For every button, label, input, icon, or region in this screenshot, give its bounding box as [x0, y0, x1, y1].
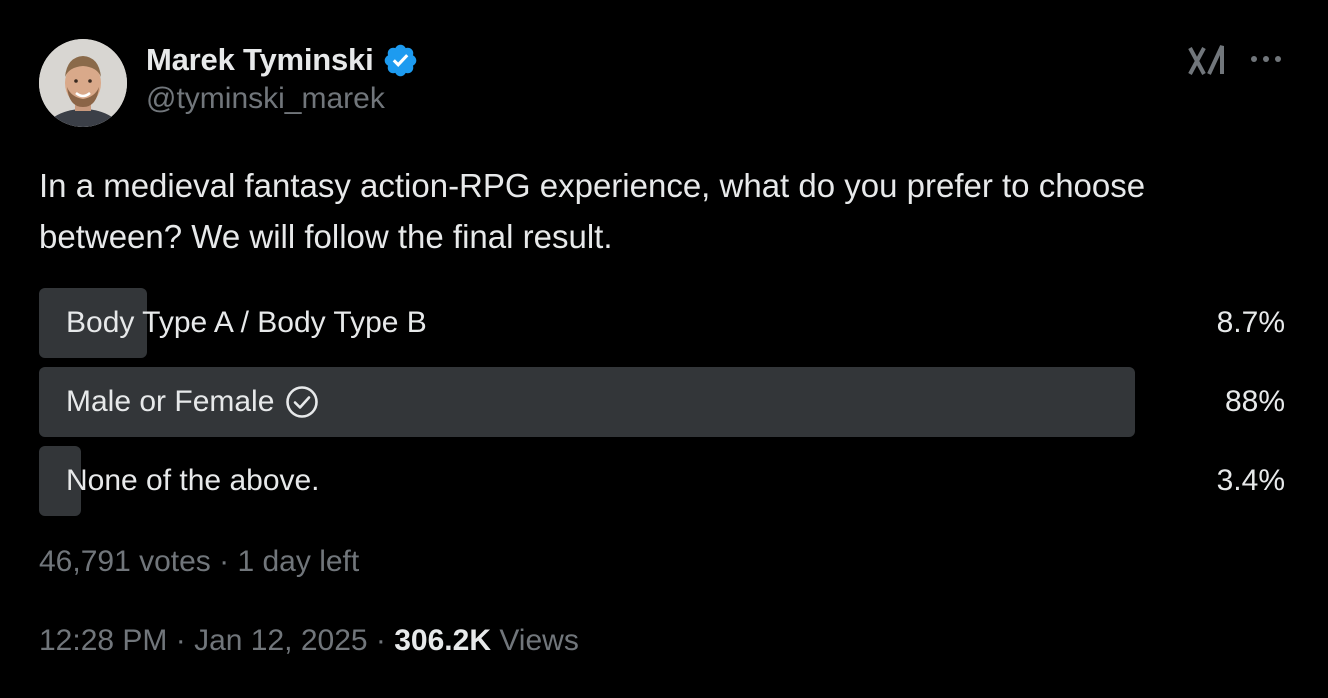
poll-option-percent: 3.4%	[1216, 464, 1285, 497]
grok-icon[interactable]	[1186, 40, 1226, 80]
separator: ·	[367, 624, 395, 657]
poll-option-text: Body Type A / Body Type B	[66, 306, 427, 339]
poll-option-label: None of the above.	[66, 446, 320, 516]
poll-summary: 46,791 votes · 1 day left	[39, 545, 359, 579]
more-options-icon[interactable]	[1246, 44, 1286, 74]
avatar-photo	[39, 39, 127, 127]
poll-vote-count: 46,791 votes	[39, 545, 211, 578]
poll-option[interactable]: Male or Female 88%	[39, 367, 1285, 437]
poll-option-label: Body Type A / Body Type B	[66, 288, 427, 358]
tweet-date[interactable]: Jan 12, 2025	[194, 624, 367, 658]
tweet-card: Marek Tyminski @tyminski_marek In a medi…	[0, 0, 1328, 698]
author-row: Marek Tyminski	[146, 38, 419, 82]
poll-option-percent: 8.7%	[1216, 306, 1285, 339]
views-label: Views	[491, 624, 579, 657]
poll-option[interactable]: Body Type A / Body Type B 8.7%	[39, 288, 1285, 358]
poll-option-label: Male or Female	[66, 367, 320, 437]
avatar[interactable]	[39, 39, 127, 127]
poll-option-text: Male or Female	[66, 385, 275, 418]
separator: ·	[167, 624, 195, 657]
check-circle-icon	[284, 384, 320, 420]
tweet-time[interactable]: 12:28 PM	[39, 624, 167, 658]
verified-badge-icon[interactable]	[382, 42, 419, 79]
poll-time-left: 1 day left	[237, 545, 360, 578]
author-handle[interactable]: @tyminski_marek	[146, 82, 385, 116]
tweet-text: In a medieval fantasy action-RPG experie…	[39, 167, 1146, 255]
poll-option[interactable]: None of the above. 3.4%	[39, 446, 1285, 516]
poll: Body Type A / Body Type B 8.7% Male or F…	[39, 288, 1285, 525]
poll-option-text: None of the above.	[66, 464, 320, 497]
author-display-name[interactable]: Marek Tyminski	[146, 42, 374, 78]
separator: ·	[210, 545, 238, 578]
poll-option-percent: 88%	[1224, 385, 1285, 418]
views-count[interactable]: 306.2K	[394, 624, 491, 658]
tweet-meta: 12:28 PM · Jan 12, 2025 · 306.2K Views	[39, 624, 579, 658]
